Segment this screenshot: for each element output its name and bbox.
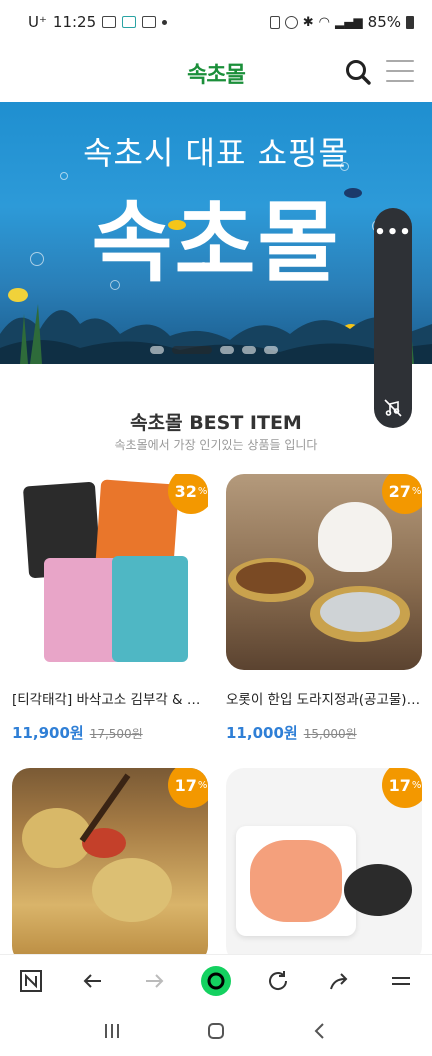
original-price: 17,500원 <box>89 727 143 741</box>
product-card[interactable]: 32% [티각태각] 바삭고소 김부각 & 후... 11,900원 17,50… <box>12 474 208 743</box>
section-title: 속초몰 BEST ITEM <box>130 412 302 434</box>
product-card[interactable]: 27% 오롯이 한입 도라지정과(공고물) ... 11,000원 15,000… <box>226 474 422 743</box>
more-button[interactable]: ••• <box>374 222 412 243</box>
site-header: 속초몰 <box>0 44 432 102</box>
product-price: 11,900원 <box>12 724 84 742</box>
status-bar: U⁺ 11:25 ✱ ◠ ▂▄▆ 85% <box>0 0 432 44</box>
browser-toolbar <box>0 954 432 1006</box>
alarm-icon <box>284 15 298 29</box>
discount-badge: 27% <box>382 474 422 514</box>
naver-home-button[interactable] <box>15 965 47 997</box>
voice-icon <box>122 16 137 28</box>
section-subtitle: 속초몰에서 가장 인기있는 상품들 입니다 <box>114 438 318 452</box>
original-price: 15,000원 <box>303 727 357 741</box>
cassette-icon <box>142 16 157 28</box>
product-image[interactable]: 32% <box>12 474 208 670</box>
refresh-button[interactable] <box>262 965 294 997</box>
share-button[interactable] <box>323 965 355 997</box>
carrier-label: U⁺ <box>28 13 47 31</box>
arrow-left-icon <box>83 973 101 988</box>
menu-icon[interactable] <box>386 60 414 82</box>
notification-dot-icon <box>162 19 168 25</box>
system-nav-bar <box>0 1006 432 1056</box>
signal-icon: ▂▄▆ <box>334 15 363 29</box>
lock-icon <box>269 15 280 29</box>
forward-button[interactable] <box>138 965 170 997</box>
green-dot-button[interactable] <box>200 965 232 997</box>
product-image[interactable]: 17% <box>12 768 208 964</box>
product-price: 11,000원 <box>226 724 298 742</box>
product-image[interactable]: 17% <box>226 768 422 964</box>
green-dot-icon <box>200 965 231 996</box>
naver-icon <box>19 969 42 992</box>
product-card[interactable]: 17% <box>12 768 208 964</box>
arrow-right-icon <box>146 973 164 988</box>
refresh-icon <box>268 970 287 990</box>
logo-text: 속초몰 <box>187 63 246 88</box>
discount-badge: 17% <box>168 768 208 808</box>
hero-banner[interactable]: 속초시 대표 쇼핑몰 속초몰 <box>0 102 432 364</box>
wifi-icon: ◠ <box>318 14 330 30</box>
product-name[interactable]: [티각태각] 바삭고소 김부각 & 후... <box>12 688 208 708</box>
carousel-indicator[interactable] <box>150 346 278 354</box>
back-nav-icon[interactable] <box>310 1021 330 1041</box>
banner-subtitle: 속초시 대표 쇼핑몰 <box>83 134 349 172</box>
call-icon <box>102 16 117 28</box>
clock: 11:25 <box>52 13 97 31</box>
battery-level: 85% <box>367 13 401 31</box>
recent-apps-icon[interactable] <box>102 1022 122 1040</box>
product-name[interactable]: 오롯이 한입 도라지정과(공고물) ... <box>226 688 422 708</box>
search-icon[interactable] <box>344 58 372 86</box>
home-icon[interactable] <box>206 1021 226 1041</box>
menu-button[interactable] <box>385 965 417 997</box>
discount-badge: 17% <box>382 768 422 808</box>
product-card[interactable]: 17% <box>226 768 422 964</box>
floating-panel[interactable]: ••• <box>374 208 412 428</box>
hamburger-icon <box>392 976 411 985</box>
site-logo[interactable]: 속초몰 <box>187 57 246 89</box>
battery-icon <box>406 15 414 29</box>
back-button[interactable] <box>77 965 109 997</box>
product-image[interactable]: 27% <box>226 474 422 670</box>
bluetooth-icon: ✱ <box>302 14 314 30</box>
share-icon <box>330 972 348 989</box>
